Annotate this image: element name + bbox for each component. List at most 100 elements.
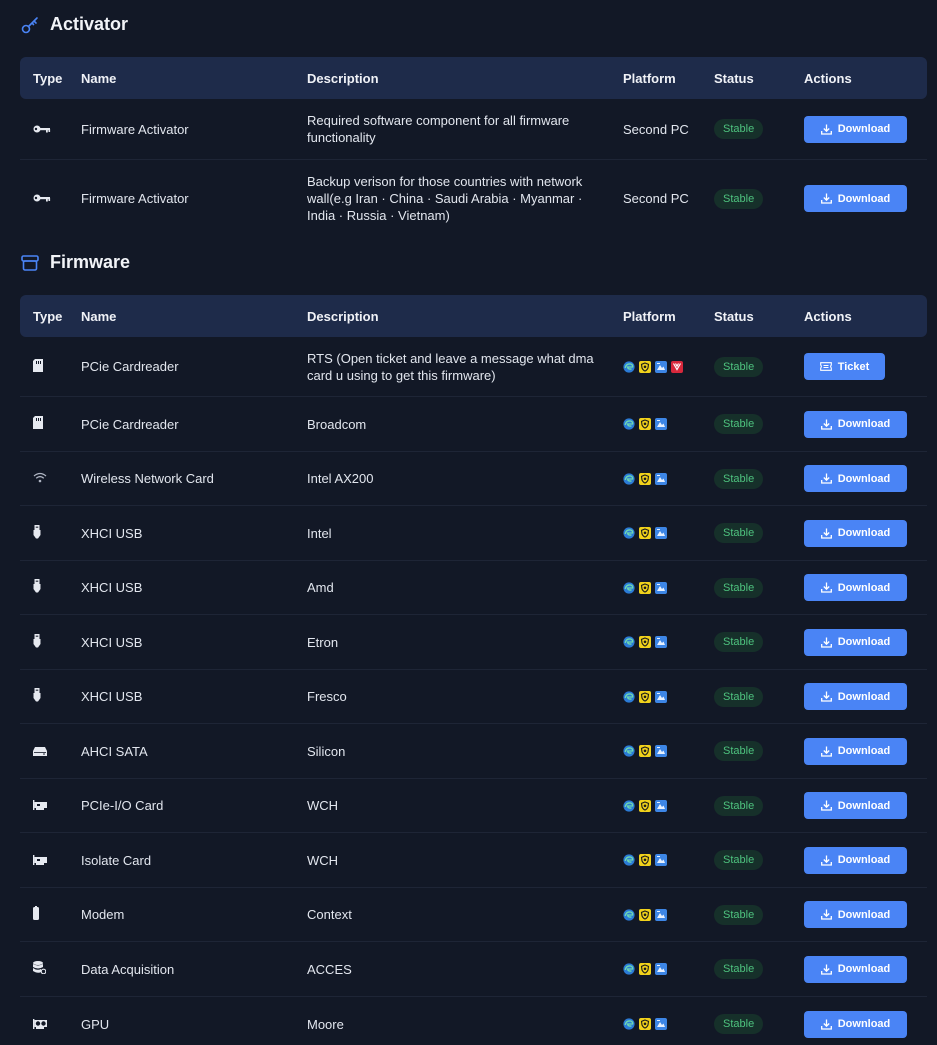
actions-cell: Download bbox=[804, 901, 927, 928]
actions-cell: Download bbox=[804, 574, 927, 601]
name-cell: Wireless Network Card bbox=[81, 471, 214, 486]
download-icon bbox=[820, 964, 832, 975]
download-icon bbox=[820, 637, 832, 648]
download-button[interactable]: Download bbox=[804, 628, 907, 656]
platform-cell bbox=[623, 418, 714, 430]
download-button[interactable]: Download bbox=[804, 519, 907, 547]
wifi-icon bbox=[33, 471, 47, 486]
edge-icon bbox=[623, 908, 635, 921]
download-button[interactable]: Download bbox=[804, 901, 907, 928]
button-label: Download bbox=[837, 1018, 891, 1030]
platform-cell bbox=[623, 690, 714, 703]
type-cell bbox=[20, 524, 81, 542]
anticheat-shield-icon bbox=[639, 581, 651, 594]
status-badge: Stable bbox=[714, 850, 764, 870]
button-label: Download bbox=[837, 418, 891, 430]
usb-icon bbox=[33, 688, 41, 705]
anticheat-shield-icon bbox=[639, 799, 651, 812]
status-cell: Stable bbox=[714, 577, 804, 598]
screen-app-icon bbox=[655, 360, 667, 373]
anticheat-shield-icon bbox=[639, 854, 651, 866]
description-cell: Amd bbox=[307, 580, 334, 595]
type-cell bbox=[20, 961, 81, 977]
name-cell: XHCI USB bbox=[81, 689, 143, 704]
usb-icon bbox=[33, 633, 41, 651]
name-cell: PCIe-I/O Card bbox=[81, 798, 164, 813]
download-button[interactable]: Download bbox=[804, 465, 907, 492]
screen-app-icon bbox=[655, 690, 667, 703]
actions-cell: Download bbox=[804, 185, 927, 212]
edge-icon bbox=[623, 799, 635, 812]
table-row: AHCI SATA Silicon Stable Download bbox=[20, 724, 927, 779]
download-button[interactable]: Download bbox=[804, 574, 907, 601]
name-cell: Modem bbox=[81, 907, 125, 922]
type-cell bbox=[20, 906, 81, 923]
description-cell: Intel bbox=[307, 525, 332, 541]
status-cell: Stable bbox=[714, 850, 804, 870]
download-button[interactable]: Download bbox=[804, 1010, 907, 1038]
gpu-icon bbox=[33, 1017, 47, 1032]
edge-icon bbox=[623, 745, 635, 757]
button-label: Download bbox=[837, 527, 891, 539]
platform-cell bbox=[623, 472, 714, 485]
table-row: Firmware Activator Backup verison for tho… bbox=[20, 160, 927, 237]
download-icon bbox=[820, 909, 832, 920]
firmware-table: Type Name Description Platform Status Ac… bbox=[20, 295, 927, 1045]
status-badge: Stable bbox=[714, 523, 764, 543]
description-cell: Etron bbox=[307, 634, 339, 650]
download-button[interactable]: Download bbox=[804, 737, 907, 765]
screen-app-icon bbox=[655, 472, 667, 485]
header-description: Description bbox=[307, 70, 379, 86]
description-cell: WCH bbox=[307, 852, 339, 868]
download-button[interactable]: Download bbox=[804, 115, 907, 143]
download-icon bbox=[820, 419, 832, 430]
download-icon bbox=[820, 1019, 832, 1030]
header-actions: Actions bbox=[804, 70, 852, 86]
description-cell: Backup verison for those countries with … bbox=[307, 174, 583, 223]
name-cell: PCie Cardreader bbox=[81, 416, 179, 432]
status-badge: Stable bbox=[714, 356, 764, 377]
screen-app-icon bbox=[655, 527, 667, 539]
type-cell bbox=[20, 633, 81, 651]
name-cell: XHCI USB bbox=[81, 580, 143, 595]
header-description: Description bbox=[307, 308, 379, 324]
download-icon bbox=[820, 473, 832, 484]
status-cell: Stable bbox=[714, 414, 804, 434]
firmware-section-title: Firmware bbox=[20, 252, 130, 273]
platform-cell bbox=[623, 745, 714, 757]
download-button[interactable]: Download bbox=[804, 792, 907, 819]
archive-box-icon bbox=[20, 253, 40, 273]
status-badge: Stable bbox=[714, 577, 764, 598]
status-badge: Stable bbox=[714, 188, 764, 209]
ticket-button[interactable]: Ticket bbox=[804, 353, 885, 380]
platform-cell bbox=[623, 854, 714, 866]
download-icon bbox=[820, 855, 832, 866]
download-button[interactable]: Download bbox=[804, 410, 907, 438]
download-button[interactable]: Download bbox=[804, 846, 907, 874]
type-cell bbox=[20, 191, 81, 206]
header-type: Type bbox=[33, 70, 63, 86]
download-button[interactable]: Download bbox=[804, 955, 907, 983]
download-button[interactable]: Download bbox=[804, 683, 907, 710]
anticheat-shield-icon bbox=[639, 745, 651, 757]
description-cell: WCH bbox=[307, 798, 339, 813]
header-type: Type bbox=[33, 308, 63, 324]
ticket-icon bbox=[819, 362, 832, 371]
description-cell: RTS (Open ticket and leave a message wha… bbox=[307, 350, 594, 383]
button-label: Download bbox=[837, 192, 891, 205]
header-actions: Actions bbox=[804, 308, 852, 324]
platform-cell bbox=[623, 908, 714, 921]
table-row: Isolate Card WCH Stable Download bbox=[20, 833, 927, 888]
anticheat-shield-icon bbox=[639, 360, 651, 373]
download-icon bbox=[820, 746, 832, 757]
status-badge: Stable bbox=[714, 632, 764, 652]
description-cell: Moore bbox=[307, 1016, 344, 1032]
actions-cell: Download bbox=[804, 1010, 927, 1038]
download-icon bbox=[820, 582, 832, 593]
activator-title: Activator bbox=[50, 14, 129, 34]
description-cell: Broadcom bbox=[307, 416, 367, 432]
screen-app-icon bbox=[655, 636, 667, 648]
download-button[interactable]: Download bbox=[804, 185, 907, 212]
anticheat-shield-icon bbox=[639, 472, 651, 485]
edge-icon bbox=[623, 418, 635, 430]
